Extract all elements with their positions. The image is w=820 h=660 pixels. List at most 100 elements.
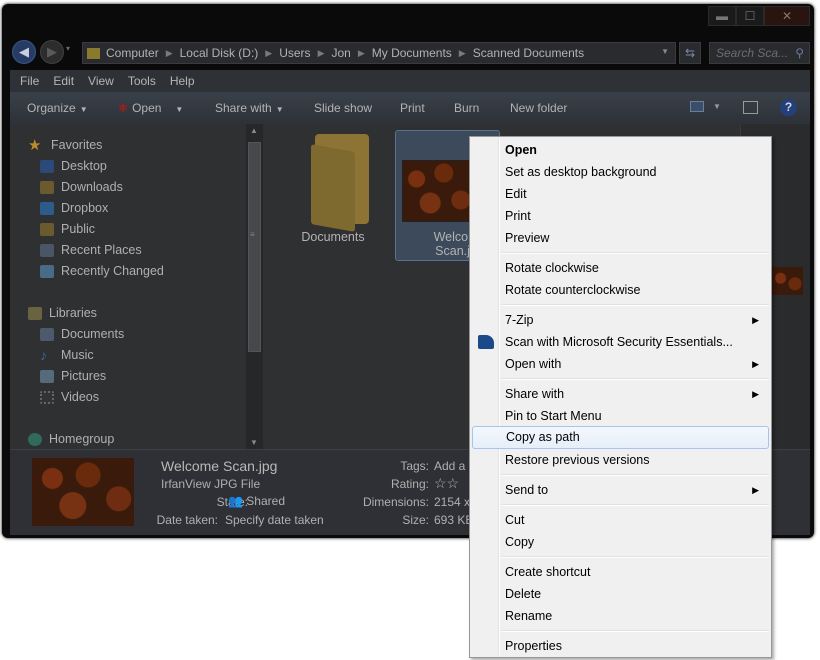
new-folder-button[interactable]: New folder — [510, 101, 567, 115]
nav-item-desktop[interactable]: Desktop — [40, 157, 107, 175]
ctx-label: Send to — [505, 483, 549, 497]
ctx-properties[interactable]: Properties — [472, 635, 769, 657]
ctx-share-with[interactable]: Share with ▶ — [472, 383, 769, 405]
organize-button[interactable]: Organize ▼ — [27, 101, 88, 115]
menu-view[interactable]: View — [88, 74, 114, 88]
nav-item-dropbox[interactable]: Dropbox — [40, 199, 108, 217]
search-input[interactable]: Search Sca... ⚲ — [709, 42, 810, 64]
chevron-down-icon[interactable]: ▼ — [175, 105, 183, 114]
chevron-right-icon[interactable]: ▶ — [318, 48, 325, 59]
crumb-local-disk[interactable]: Local Disk (D:) — [180, 46, 259, 60]
slide-show-button[interactable]: Slide show — [314, 101, 372, 115]
ctx-delete[interactable]: Delete — [472, 583, 769, 605]
file-item-documents[interactable]: Documents — [285, 124, 381, 254]
submenu-arrow-icon: ▶ — [752, 359, 759, 369]
minimize-button[interactable]: ▬ — [708, 6, 736, 26]
search-icon[interactable]: ⚲ — [795, 43, 804, 63]
ctx-set-desktop-background[interactable]: Set as desktop background — [472, 161, 769, 183]
open-label: Open — [132, 101, 162, 115]
ctx-send-to[interactable]: Send to ▶ — [472, 479, 769, 501]
crumb-users[interactable]: Users — [279, 46, 310, 60]
print-button[interactable]: Print — [400, 101, 425, 115]
chevron-down-icon[interactable]: ▼ — [713, 102, 721, 111]
tags-label: Tags: — [400, 459, 429, 473]
nav-label: Dropbox — [61, 201, 109, 215]
date-taken-value[interactable]: Specify date taken — [225, 513, 324, 527]
menu-edit[interactable]: Edit — [53, 74, 74, 88]
folder-icon — [87, 47, 100, 59]
chevron-right-icon[interactable]: ▶ — [166, 48, 173, 59]
ctx-preview[interactable]: Preview — [472, 227, 769, 249]
star-icon: ★ — [28, 136, 42, 154]
libraries-icon — [28, 306, 42, 320]
nav-scrollbar[interactable]: ▲ ≡ ▼ — [246, 124, 263, 449]
image-thumbnail-partial[interactable] — [771, 267, 803, 295]
ctx-restore-previous-versions[interactable]: Restore previous versions — [472, 449, 769, 471]
file-name: Documents — [301, 230, 365, 244]
share-with-button[interactable]: Share with ▼ — [215, 101, 284, 115]
nav-label: Pictures — [61, 369, 107, 383]
nav-item-pictures[interactable]: Pictures — [40, 367, 106, 385]
ctx-create-shortcut[interactable]: Create shortcut — [472, 561, 769, 583]
recent-pages-dropdown[interactable]: ▾ — [66, 44, 70, 53]
ctx-open[interactable]: Open — [472, 139, 769, 161]
homegroup-header[interactable]: Homegroup — [28, 430, 114, 448]
nav-item-recently-changed[interactable]: Recently Changed — [40, 262, 164, 280]
chevron-right-icon[interactable]: ▶ — [459, 48, 466, 59]
menu-help[interactable]: Help — [170, 74, 195, 88]
chevron-right-icon[interactable]: ▶ — [358, 48, 365, 59]
ctx-copy[interactable]: Copy — [472, 531, 769, 553]
nav-item-music[interactable]: ♪ Music — [40, 346, 94, 364]
scroll-up-icon[interactable]: ▲ — [250, 126, 258, 135]
address-bar[interactable]: Computer ▶ Local Disk (D:) ▶ Users ▶ Jon… — [82, 42, 676, 64]
submenu-arrow-icon: ▶ — [752, 389, 759, 399]
close-button[interactable]: ✕ — [764, 6, 810, 26]
grip-icon: ≡ — [250, 230, 255, 239]
ctx-7zip[interactable]: 7-Zip ▶ — [472, 309, 769, 331]
ctx-separator — [501, 630, 769, 632]
chevron-down-icon[interactable]: ▼ — [661, 47, 669, 56]
chevron-down-icon: ▼ — [79, 105, 88, 114]
details-file-name: Welcome Scan.jpg — [161, 458, 278, 474]
ctx-scan-mse[interactable]: Scan with Microsoft Security Essentials.… — [472, 331, 769, 353]
documents-icon — [40, 327, 54, 341]
pictures-icon — [40, 369, 54, 383]
libraries-header[interactable]: Libraries — [28, 304, 97, 322]
crumb-computer[interactable]: Computer — [106, 46, 159, 60]
open-button[interactable]: ✱ Open ▼ — [118, 101, 183, 115]
menu-file[interactable]: File — [20, 74, 39, 88]
favorites-header[interactable]: ★ Favorites — [28, 136, 102, 154]
chevron-right-icon[interactable]: ▶ — [265, 48, 272, 59]
ctx-open-with[interactable]: Open with ▶ — [472, 353, 769, 375]
ctx-cut[interactable]: Cut — [472, 509, 769, 531]
ctx-rotate-clockwise[interactable]: Rotate clockwise — [472, 257, 769, 279]
back-button[interactable]: ◀ — [12, 40, 36, 64]
maximize-button[interactable]: ☐ — [736, 6, 764, 26]
menu-tools[interactable]: Tools — [128, 74, 156, 88]
desktop-icon — [40, 159, 54, 173]
ctx-print[interactable]: Print — [472, 205, 769, 227]
ctx-copy-as-path[interactable]: Copy as path — [472, 426, 769, 449]
crumb-my-documents[interactable]: My Documents — [372, 46, 452, 60]
burn-button[interactable]: Burn — [454, 101, 479, 115]
forward-button[interactable]: ▶ — [40, 40, 64, 64]
nav-item-downloads[interactable]: Downloads — [40, 178, 123, 196]
nav-item-documents[interactable]: Documents — [40, 325, 124, 343]
nav-item-videos[interactable]: Videos — [40, 388, 99, 406]
refresh-button[interactable]: ⇆ — [679, 42, 701, 64]
preview-pane-icon[interactable] — [743, 101, 758, 114]
tags-value[interactable]: Add a t — [434, 459, 472, 473]
rating-stars[interactable]: ☆☆ — [434, 475, 459, 492]
help-button[interactable]: ? — [780, 99, 797, 116]
crumb-scanned-documents[interactable]: Scanned Documents — [473, 46, 584, 60]
ctx-rename[interactable]: Rename — [472, 605, 769, 627]
scroll-down-icon[interactable]: ▼ — [250, 438, 258, 447]
nav-item-public[interactable]: Public — [40, 220, 95, 238]
nav-item-recent-places[interactable]: Recent Places — [40, 241, 142, 259]
crumb-jon[interactable]: Jon — [331, 46, 350, 60]
ctx-pin-to-start[interactable]: Pin to Start Menu — [472, 405, 769, 427]
ctx-edit[interactable]: Edit — [472, 183, 769, 205]
ctx-rotate-counterclockwise[interactable]: Rotate counterclockwise — [472, 279, 769, 301]
scrollbar-thumb[interactable] — [248, 142, 261, 352]
change-view-icon[interactable] — [690, 101, 704, 112]
